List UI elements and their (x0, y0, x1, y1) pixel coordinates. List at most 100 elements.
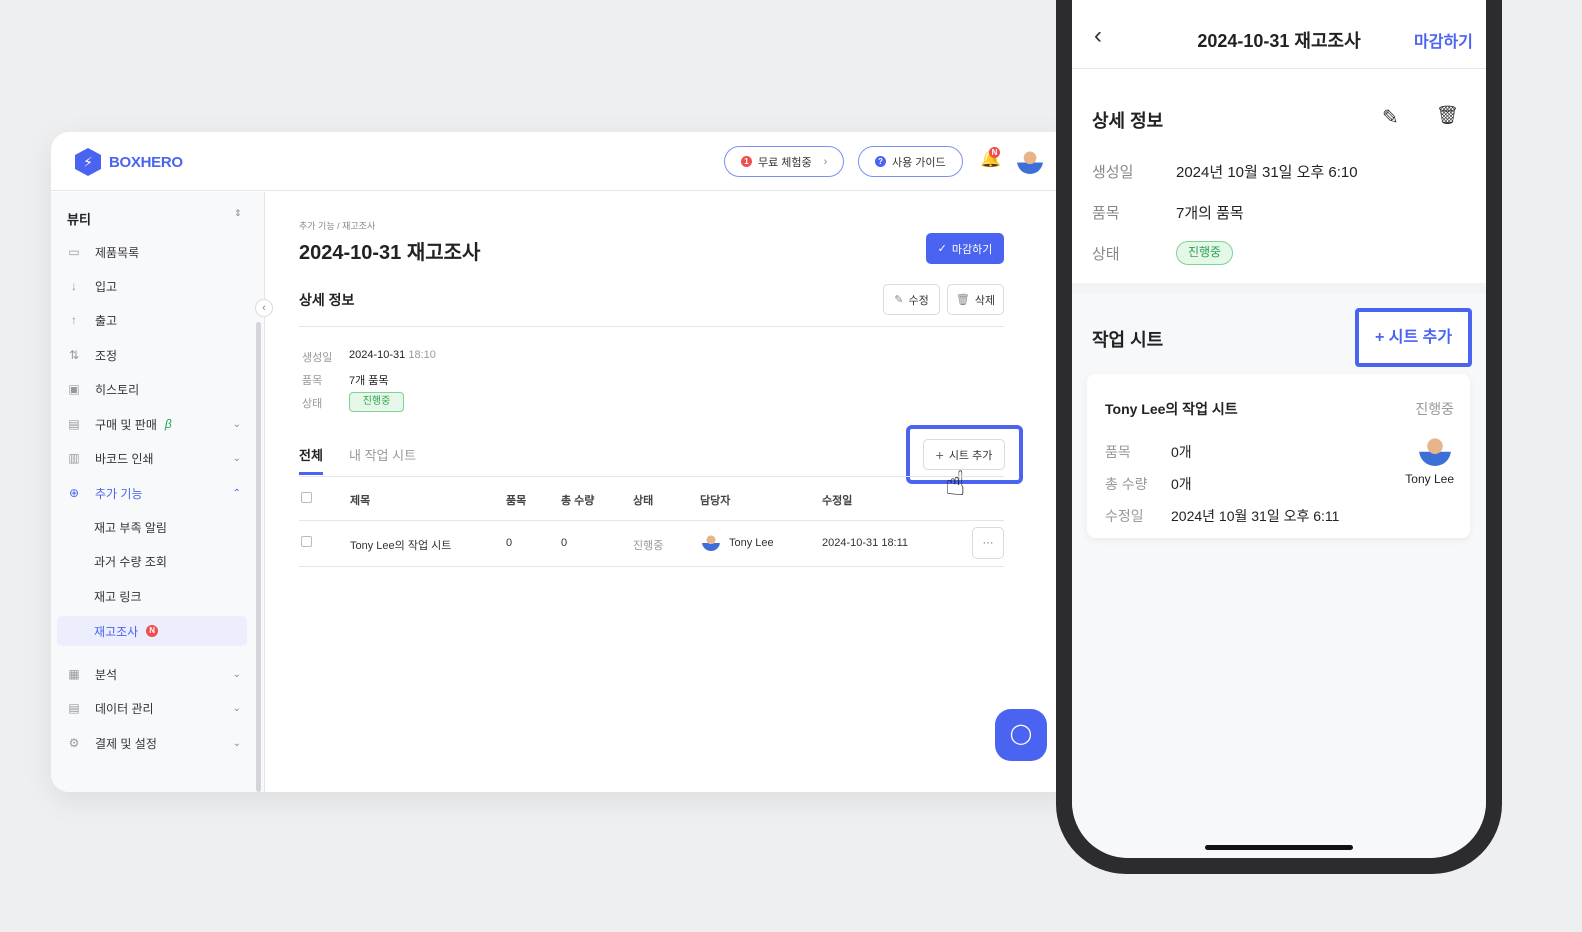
help-icon: ? (875, 156, 886, 167)
logo[interactable]: ⚡ BOXHERO (75, 148, 183, 176)
card-qty-value: 0개 (1171, 476, 1192, 492)
sheets-title: 작업 시트 (1092, 330, 1164, 350)
notification-badge: N (989, 147, 1000, 158)
breadcrumb[interactable]: 추가 기능 / 재고조사 (299, 219, 375, 232)
label: 재고 링크 (94, 589, 142, 604)
row-items: 0 (506, 537, 513, 549)
column-header-owner[interactable]: 담당자 (700, 492, 730, 508)
column-header-status[interactable]: 상태 (633, 492, 653, 508)
sheet-card[interactable]: Tony Lee의 작업 시트 진행중 품목 0개 총 수량 0개 수정일 20… (1087, 374, 1470, 538)
trial-label: 무료 체험중 (758, 156, 812, 169)
chevron-down-icon: ⌄ (232, 702, 241, 714)
document-icon: ▤ (68, 417, 80, 431)
column-header-modified[interactable]: 수정일 (822, 492, 852, 508)
mobile-phone: ‹ 2024-10-31 재고조사 마감하기 상세 정보 ✎ 🗑 생성일 202… (1056, 0, 1502, 874)
items-label: 품목 (1092, 205, 1120, 222)
sidebar-item-purchase-sales[interactable]: ▤ 구매 및 판매 β ⌄ (67, 409, 247, 439)
section-title: 상세 정보 (299, 292, 355, 308)
sidebar-item-addons[interactable]: ⊕ 추가 기능 ⌃ (67, 478, 247, 508)
section-separator (1072, 283, 1486, 293)
label: 출고 (95, 313, 118, 328)
user-avatar[interactable] (1017, 148, 1043, 174)
desktop-window: ⚡ BOXHERO 1 무료 체험중 › ? 사용 가이드 🔔 N 뷰티 ⇕ ‹ ▭ 제품… (51, 132, 1071, 792)
guide-button[interactable]: ? 사용 가이드 (858, 146, 963, 177)
label: 삭제 (974, 294, 996, 307)
chevron-down-icon: ⌄ (232, 452, 241, 464)
workspace-name[interactable]: 뷰티 (67, 209, 91, 228)
divider (299, 566, 1004, 567)
divider (1072, 68, 1486, 69)
label: 조정 (95, 348, 118, 363)
label: 분석 (95, 667, 118, 682)
collapse-sidebar-button[interactable]: ‹ (255, 299, 273, 317)
logo-bolt-icon: ⚡ (75, 148, 101, 176)
workspace-switch-icon[interactable]: ⇕ (234, 208, 242, 219)
pencil-icon: ✎ (894, 294, 904, 306)
sidebar-subitem-stock-link[interactable]: 재고 링크 (67, 581, 247, 611)
beta-badge: β (164, 417, 172, 431)
sidebar-subitem-past-qty[interactable]: 과거 수량 조회 (67, 546, 247, 576)
select-all-checkbox[interactable] (301, 492, 312, 503)
sidebar-item-adjust[interactable]: ⇅ 조정 (67, 340, 247, 370)
mobile-close-button[interactable]: 마감하기 (1414, 28, 1473, 52)
box-icon: ▭ (68, 245, 80, 259)
trash-icon[interactable]: 🗑 (1436, 105, 1459, 126)
more-options-button[interactable]: ··· (972, 527, 1004, 559)
sidebar-item-barcode[interactable]: ▥ 바코드 인쇄 ⌄ (67, 443, 247, 473)
sidebar-item-products[interactable]: ▭ 제품목록 (67, 237, 247, 267)
divider (299, 476, 1004, 477)
sidebar-subitem-low-stock[interactable]: 재고 부족 알림 (67, 512, 247, 542)
sidebar-subitem-stocktake[interactable]: 재고조사 N (57, 616, 247, 646)
owner-avatar (1419, 434, 1451, 466)
column-header-title[interactable]: 제목 (350, 492, 370, 508)
sidebar-item-history[interactable]: ▣ 히스토리 (67, 374, 247, 404)
check-icon: ✓ (937, 243, 947, 255)
items-label: 품목 (302, 375, 323, 387)
chat-support-button[interactable]: ◯ (995, 709, 1047, 761)
sidebar: 뷰티 ⇕ ‹ ▭ 제품목록 ↓ 입고 ↑ 출고 ⇅ 조정 ▣ 히스토리 ▤ 구매 및 판매 β… (51, 192, 273, 792)
created-date: 2024-10-31 (349, 349, 406, 361)
plus-icon: + (935, 446, 944, 463)
row-title[interactable]: Tony Lee의 작업 시트 (350, 537, 451, 553)
new-badge: N (146, 625, 159, 637)
column-header-items[interactable]: 품목 (506, 492, 526, 508)
column-header-qty[interactable]: 총 수량 (561, 492, 594, 508)
chart-icon: ▦ (68, 667, 80, 681)
created-time: 18:10 (408, 349, 436, 361)
sidebar-item-settings[interactable]: ⚙ 결제 및 설정 ⌄ (67, 728, 247, 758)
close-stocktake-button[interactable]: ✓ 마감하기 (926, 233, 1004, 264)
main-content: 추가 기능 / 재고조사 2024-10-31 재고조사 ✓ 마감하기 상세 정보… (299, 192, 1059, 792)
trial-button[interactable]: 1 무료 체험중 › (724, 146, 845, 177)
sidebar-item-outbound[interactable]: ↑ 출고 (67, 305, 247, 335)
row-status: 진행중 (633, 540, 664, 552)
top-bar: ⚡ BOXHERO 1 무료 체험중 › ? 사용 가이드 🔔 N (51, 132, 1071, 191)
label: 과거 수량 조회 (94, 554, 167, 569)
card-modified-label: 수정일 (1105, 508, 1144, 524)
label: 바코드 인쇄 (95, 451, 154, 466)
sidebar-item-analytics[interactable]: ▦ 분석 ⌄ (67, 659, 247, 689)
sidebar-item-inbound[interactable]: ↓ 입고 (67, 271, 247, 301)
created-value: 2024년 10월 31일 오후 6:10 (1176, 164, 1358, 181)
edit-button[interactable]: ✎ 수정 (883, 284, 940, 315)
sidebar-scrollbar[interactable] (256, 322, 261, 792)
chevron-right-icon: › (823, 155, 828, 168)
row-checkbox[interactable] (301, 536, 312, 547)
mobile-add-sheet-button[interactable]: + 시트 추가 (1355, 308, 1472, 367)
status-label: 상태 (302, 398, 323, 410)
barcode-icon: ▥ (68, 451, 80, 465)
database-icon: ▤ (68, 701, 80, 715)
row-owner: Tony Lee (729, 537, 774, 549)
status-badge: 진행중 (1176, 241, 1233, 265)
card-items-label: 품목 (1105, 444, 1131, 460)
label: 마감하기 (951, 243, 993, 256)
tab-all[interactable]: 전체 (299, 445, 323, 464)
history-icon: ▣ (68, 382, 80, 396)
sidebar-item-data[interactable]: ▤ 데이터 관리 ⌄ (67, 693, 247, 723)
delete-button[interactable]: 🗑 삭제 (947, 284, 1004, 315)
card-modified-value: 2024년 10월 31일 오후 6:11 (1171, 508, 1340, 524)
brand-name: BOXHERO (109, 153, 183, 171)
table-row[interactable]: Tony Lee의 작업 시트 0 0 진행중 Tony Lee 2024-10… (299, 521, 1004, 566)
tab-my-sheets[interactable]: 내 작업 시트 (349, 445, 416, 464)
edit-icon[interactable]: ✎ (1382, 105, 1399, 130)
trash-icon: 🗑 (955, 294, 970, 306)
